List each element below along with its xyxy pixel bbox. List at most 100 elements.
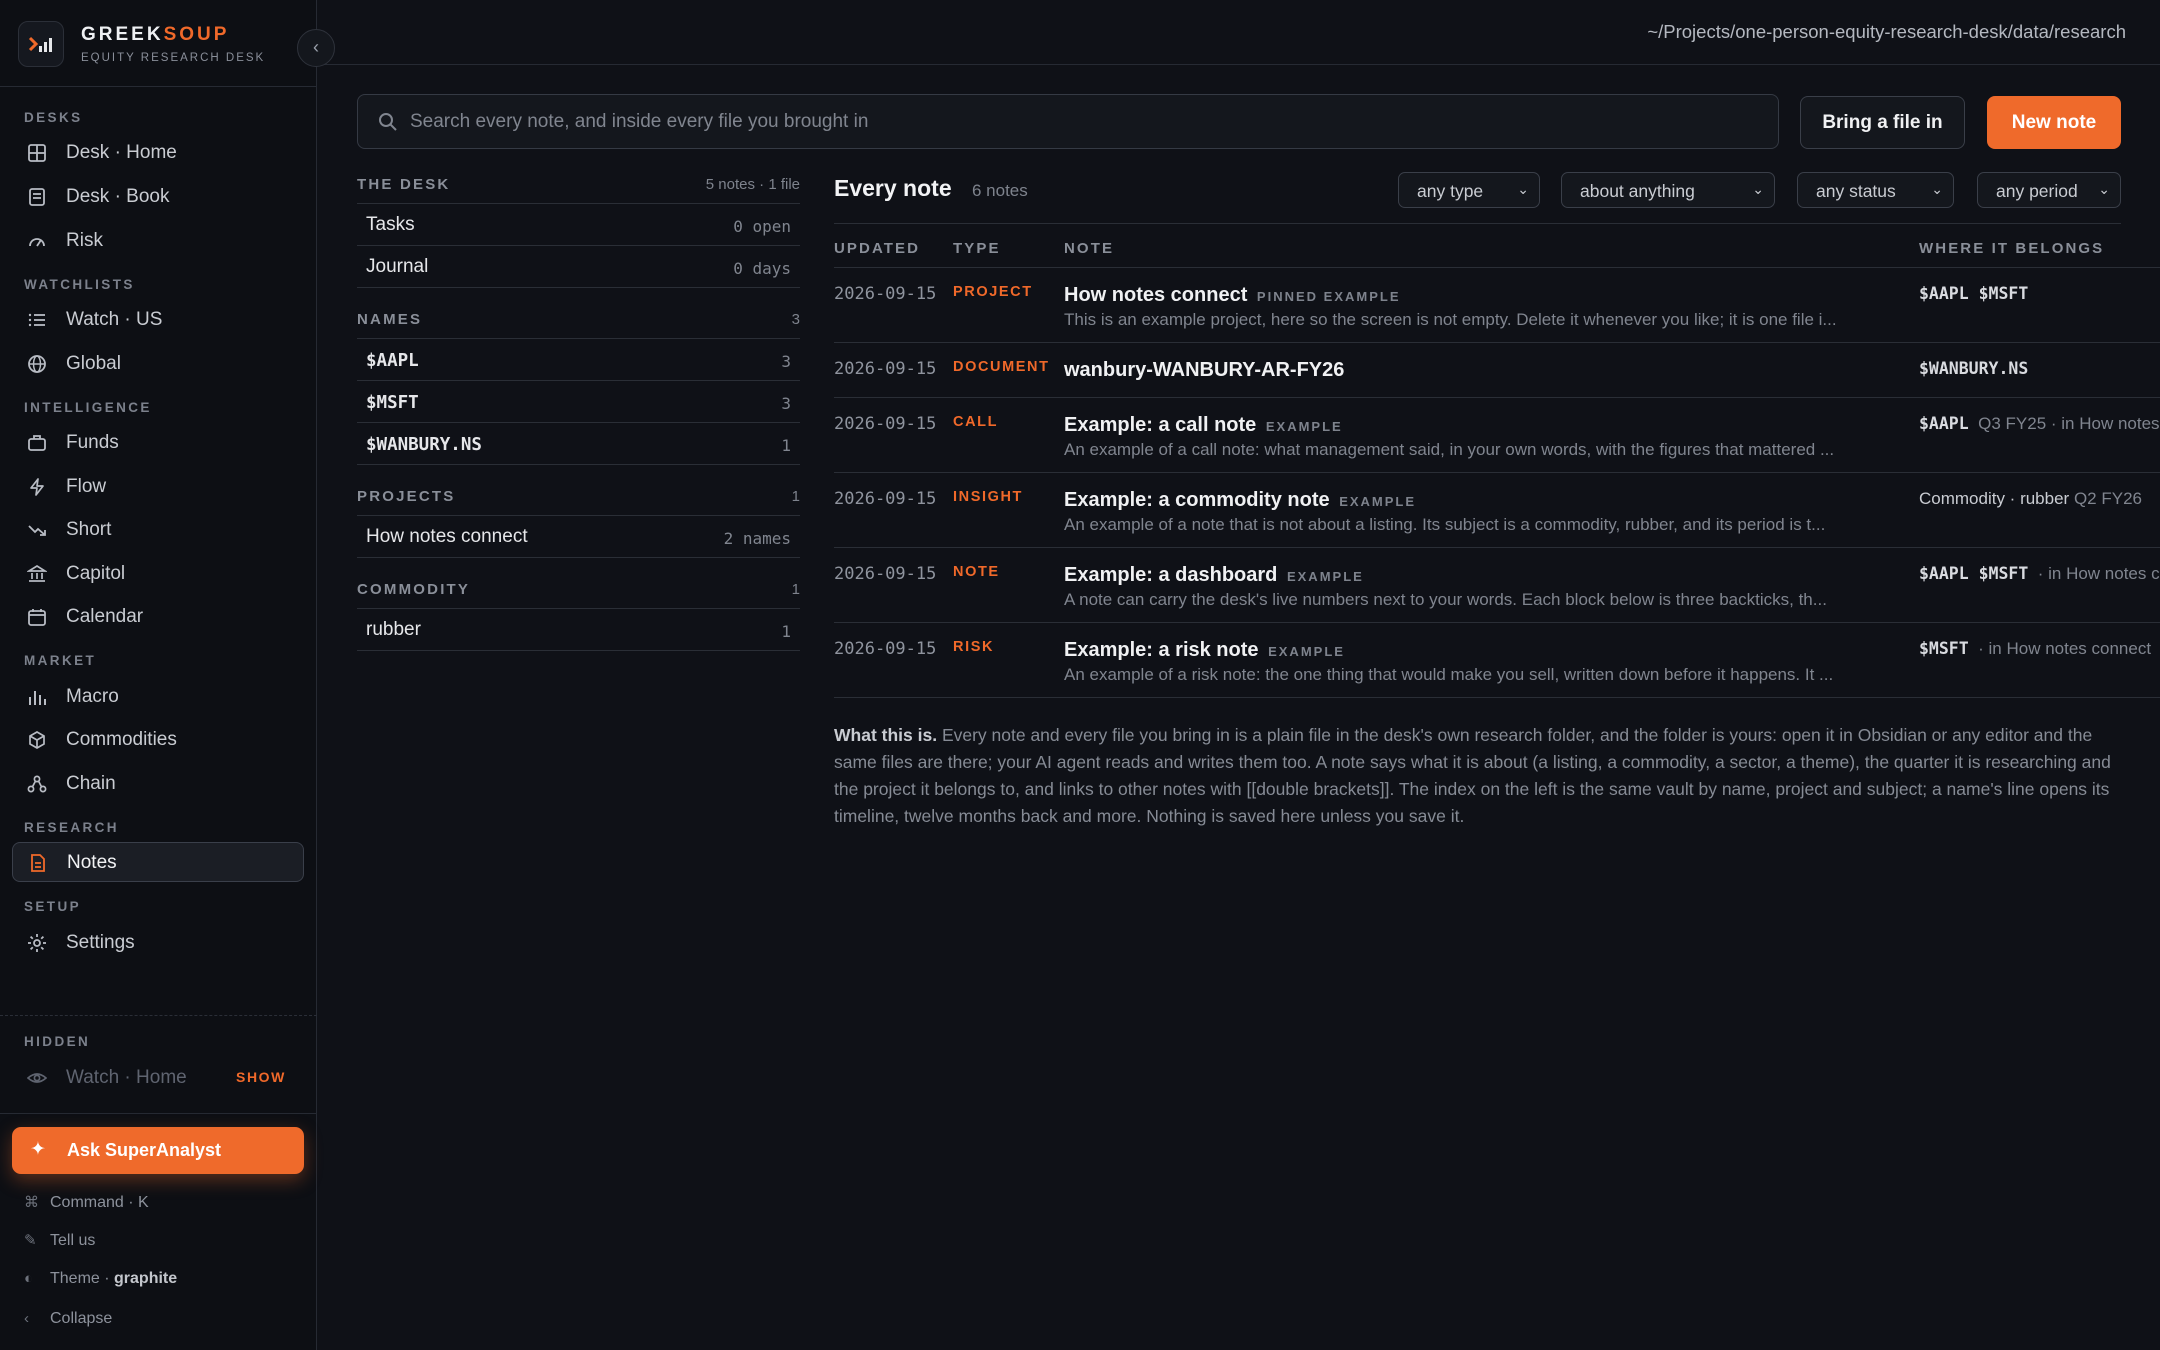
brand-subtitle: EQUITY RESEARCH DESK (81, 52, 266, 64)
note-title: Example: a dashboard EXAMPLE (1064, 564, 1364, 587)
column-header-type: TYPE (953, 240, 1001, 257)
list-title: Every note (834, 175, 952, 201)
search-input[interactable] (410, 95, 1750, 148)
note-snippet: An example of a note that is not about a… (1064, 515, 1826, 534)
note-row[interactable]: 2026-09-15 RISK Example: a risk note EXA… (834, 622, 2160, 697)
index-row-label: $WANBURY.NS (366, 435, 482, 455)
index-section-count: 1 (791, 488, 800, 505)
note-snippet: This is an example project, here so the … (1064, 310, 1837, 329)
nav-item-risk[interactable]: Risk (12, 221, 304, 261)
bar-chart-icon (29, 691, 46, 705)
note-where: $MSFT · in How notes connect (1919, 639, 2160, 659)
index-divider (357, 557, 800, 558)
filter-subject-select[interactable]: about anything ⌄ (1561, 172, 1775, 208)
feedback-button[interactable]: ✎ Tell us (24, 1231, 95, 1250)
nav-item-notes[interactable]: Notes (12, 842, 304, 882)
chevron-down-icon: ⌄ (1931, 181, 1943, 197)
collapse-sidebar-button[interactable]: ‹ Collapse (24, 1310, 112, 1328)
index-row-value: 1 (781, 436, 791, 455)
nav-item-macro[interactable]: Macro (12, 677, 304, 717)
about-text: What this is. Every note and every file … (834, 722, 2124, 830)
eye-icon (27, 1073, 47, 1083)
sidebar-collapse-button[interactable]: ‹ (297, 29, 335, 67)
nav-item-label: Chain (66, 773, 116, 794)
search-box[interactable] (357, 94, 1779, 149)
index-row-wanbury[interactable]: $WANBURY.NS 1 (357, 422, 800, 464)
index-section-count: 1 (791, 581, 800, 598)
nav-item-calendar[interactable]: Calendar (12, 597, 304, 637)
filter-type-select[interactable]: any type ⌄ (1398, 172, 1540, 208)
grid-icon (28, 144, 46, 162)
nav-item-label: Calendar (66, 606, 144, 627)
index-row-label: Tasks (366, 214, 415, 235)
nav-item-short[interactable]: Short (12, 510, 304, 550)
note-where: $WANBURY.NS (1919, 359, 2160, 379)
index-section-title: PROJECTS (357, 488, 456, 505)
nav-item-funds[interactable]: Funds (12, 423, 304, 463)
sidebar-divider (0, 1113, 317, 1114)
index-row-value: 3 (781, 352, 791, 371)
nav-section-setup: SETUP (24, 899, 82, 914)
index-section-title: COMMODITY (357, 581, 471, 598)
gear-icon (28, 934, 46, 952)
show-hidden-button[interactable]: SHOW (236, 1069, 286, 1085)
note-type: NOTE (953, 564, 1000, 580)
bring-file-button[interactable]: Bring a file in (1800, 96, 1965, 149)
note-date: 2026-09-15 (834, 639, 937, 659)
vault-path: ~/Projects/one-person-equity-research-de… (1647, 21, 2126, 42)
index-row-tasks[interactable]: Tasks 0 open (357, 203, 800, 245)
theme-button[interactable]: ◐ Theme · graphite (24, 1270, 177, 1288)
ask-superanalyst-button[interactable]: ✦ Ask SuperAnalyst (12, 1127, 304, 1174)
brand-name-accent: SOUP (163, 24, 230, 45)
nav-item-flow[interactable]: Flow (12, 467, 304, 507)
nav-section-watchlists: WATCHLISTS (24, 277, 135, 292)
note-row[interactable]: 2026-09-15 CALL Example: a call note EXA… (834, 397, 2160, 472)
nav-item-chain[interactable]: Chain (12, 764, 304, 804)
nav-item-settings[interactable]: Settings (12, 923, 304, 963)
note-title-text: Example: a risk note (1064, 639, 1259, 661)
note-title-text: Example: a dashboard (1064, 564, 1278, 586)
index-row-rubber[interactable]: rubber 1 (357, 608, 800, 650)
half-circle-icon: ◐ (24, 1270, 34, 1287)
note-tag: PINNED EXAMPLE (1256, 289, 1401, 304)
footer-label: Command · K (50, 1194, 149, 1211)
index-row-journal[interactable]: Journal 0 days (357, 245, 800, 287)
nav-item-global[interactable]: Global (12, 344, 304, 384)
column-header-note: NOTE (1064, 240, 1115, 257)
note-context: Q2 FY26 (2073, 489, 2142, 508)
nav-item-capitol[interactable]: Capitol (12, 554, 304, 594)
sidebar-divider (0, 1015, 317, 1016)
nav-item-watch-us[interactable]: Watch · US (12, 300, 304, 340)
new-note-button[interactable]: New note (1987, 96, 2121, 149)
note-row[interactable]: 2026-09-15 INSIGHT Example: a commodity … (834, 472, 2160, 547)
note-row[interactable]: 2026-09-15 PROJECT How notes connect PIN… (834, 267, 2160, 342)
note-context: · in How notes connect (2037, 564, 2160, 583)
nav-item-desk-book[interactable]: Desk · Book (12, 177, 304, 217)
note-where: $AAPL $MSFT (1919, 284, 2160, 304)
index-row-project[interactable]: How notes connect 2 names (357, 515, 800, 557)
building-icon (27, 564, 47, 582)
nav-item-label: Global (66, 353, 121, 374)
network-icon (27, 775, 47, 793)
index-row-label: $AAPL (366, 351, 419, 371)
index-row-msft[interactable]: $MSFT 3 (357, 380, 800, 422)
filter-status-select[interactable]: any status ⌄ (1797, 172, 1954, 208)
note-type: INSIGHT (953, 489, 1024, 505)
index-row-aapl[interactable]: $AAPL 3 (357, 338, 800, 380)
command-palette-button[interactable]: ⌘ Command · K (24, 1193, 149, 1212)
note-tickers: $MSFT (1919, 639, 1969, 658)
note-date: 2026-09-15 (834, 414, 937, 434)
filter-period-select[interactable]: any period ⌄ (1977, 172, 2121, 208)
globe-icon (28, 355, 46, 373)
footer-label: Theme · (50, 1270, 110, 1287)
index-section-title: NAMES (357, 311, 423, 328)
nav-item-desk-home[interactable]: Desk · Home (12, 133, 304, 173)
note-row[interactable]: 2026-09-15 NOTE Example: a dashboard EXA… (834, 547, 2160, 622)
bolt-icon (30, 478, 44, 496)
note-row[interactable]: 2026-09-15 DOCUMENT wanbury-WANBURY-AR-F… (834, 342, 2160, 397)
list-count: 6 notes (972, 181, 1028, 200)
nav-item-label: Commodities (66, 729, 177, 750)
note-title: Example: a commodity note EXAMPLE (1064, 489, 1416, 512)
nav-item-commodities[interactable]: Commodities (12, 720, 304, 760)
footer-label: Tell us (50, 1232, 96, 1249)
